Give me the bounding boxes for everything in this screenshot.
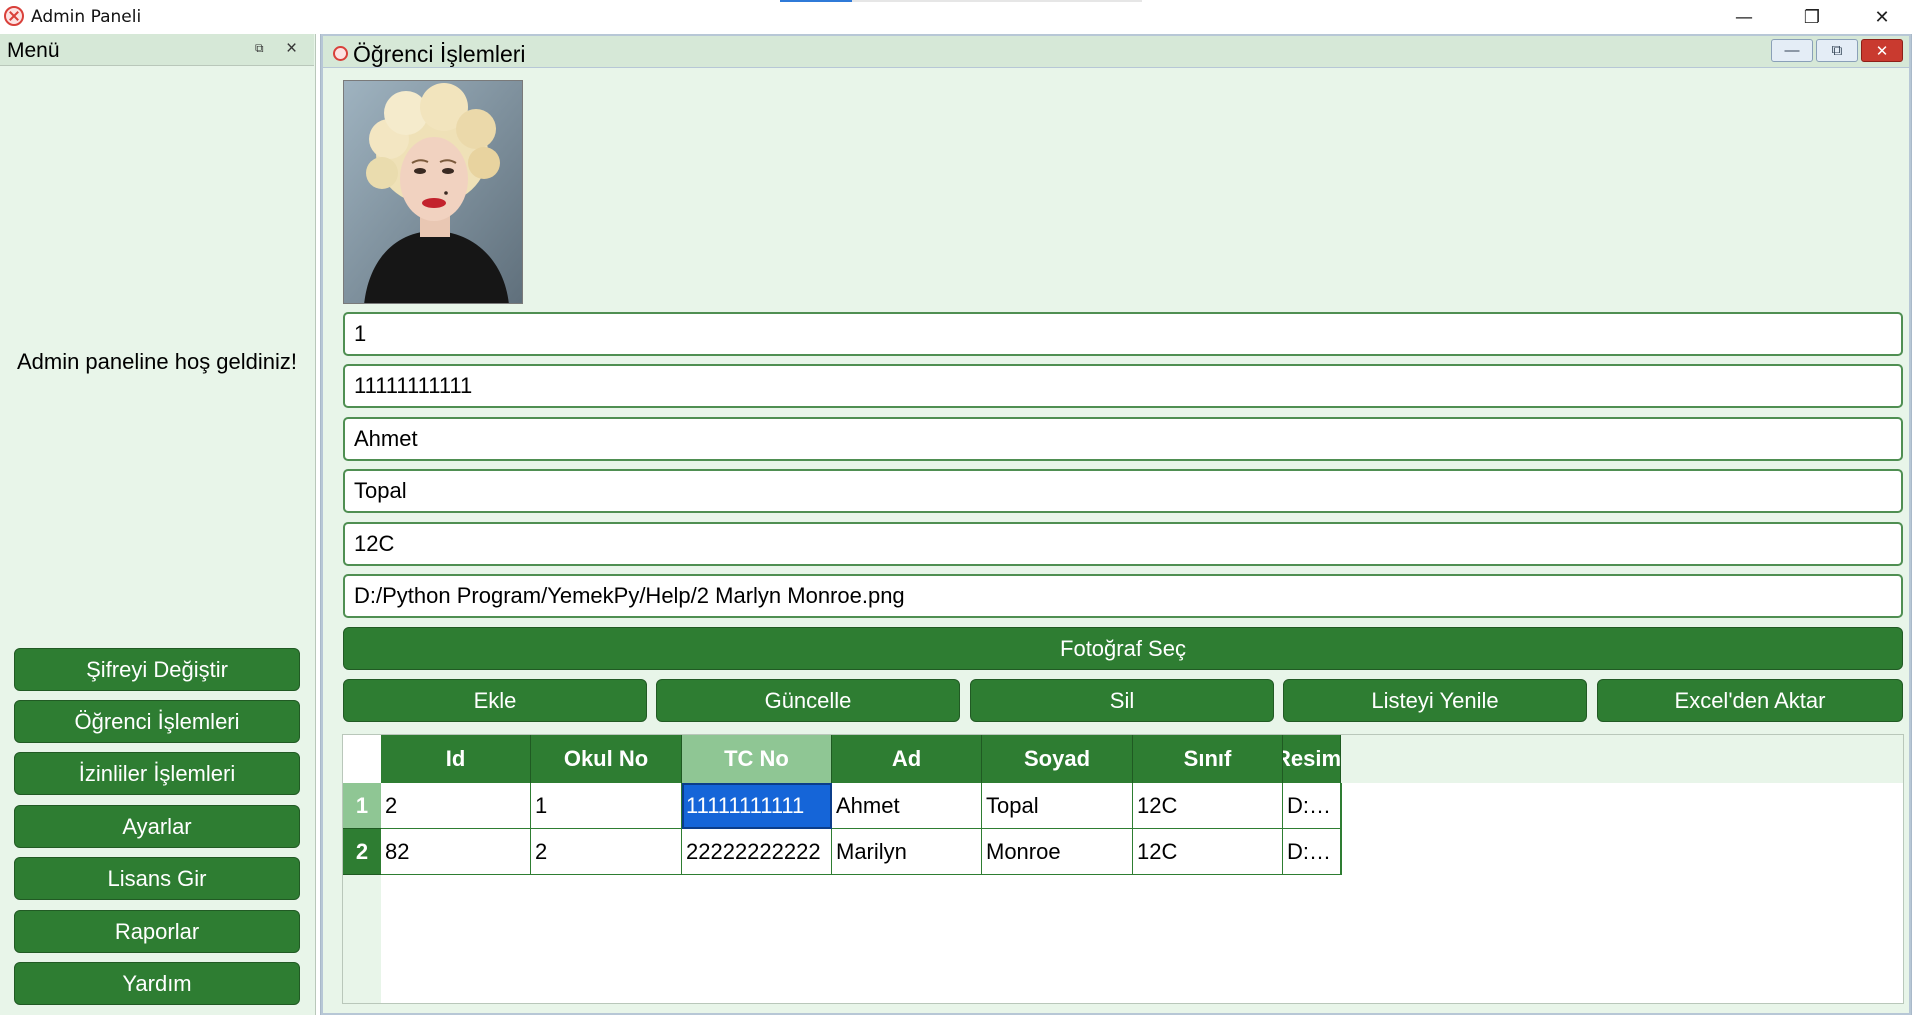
change-password-button[interactable]: Şifreyi Değiştir [14,648,300,691]
maximize-button[interactable]: ❐ [1777,0,1847,34]
table-cell[interactable]: Ahmet [832,783,982,829]
reports-button[interactable]: Raporlar [14,910,300,953]
tc-no-field[interactable]: 11111111111 [343,364,1903,408]
table-cell[interactable]: 12C [1133,829,1283,875]
subwindow-restore-button[interactable]: ⧉ [1816,39,1858,62]
table-cell[interactable]: 82 [381,829,531,875]
table-cell[interactable]: 12C [1133,783,1283,829]
window-title: Admin Paneli [31,7,142,27]
table-cell[interactable]: Topal [982,783,1133,829]
row-header[interactable]: 1 [343,783,381,829]
window-titlebar: Admin Paneli — ❐ ✕ [0,0,1912,34]
photo-path-field[interactable]: D:/Python Program/YemekPy/Help/2 Marlyn … [343,574,1903,618]
students-table[interactable]: Id Okul No TC No Ad Soyad Sınıf Resim 1 … [342,734,1904,1004]
column-header-resim[interactable]: Resim [1283,735,1341,783]
import-excel-button[interactable]: Excel'den Aktar [1597,679,1903,722]
table-corner[interactable] [343,735,381,783]
table-cell[interactable]: 2 [381,783,531,829]
table-cell[interactable]: Monroe [982,829,1133,875]
table-cell[interactable]: D:… [1283,829,1341,875]
table-edge [1340,783,1342,875]
column-header-soyad[interactable]: Soyad [982,735,1133,783]
column-header-ad[interactable]: Ad [832,735,982,783]
table-cell[interactable]: 1 [531,783,682,829]
subwindow-titlebar: Öğrenci İşlemleri — ⧉ ✕ [323,36,1909,68]
license-button[interactable]: Lisans Gir [14,857,300,900]
first-name-field[interactable]: Ahmet [343,417,1903,461]
leave-operations-button[interactable]: İzinliler İşlemleri [14,752,300,795]
subwindow-icon [333,46,348,61]
column-header-tc-no[interactable]: TC No [682,735,832,783]
taskbar-indicator [852,0,1142,2]
dock-float-icon[interactable]: ⧉ [255,42,267,54]
subwindow-close-button[interactable]: ✕ [1861,39,1903,62]
dock-header: Menü ⧉ × [0,34,314,66]
help-button[interactable]: Yardım [14,962,300,1005]
delete-button[interactable]: Sil [970,679,1274,722]
row-header[interactable]: 2 [343,829,381,875]
menu-dock: Menü ⧉ × Admin paneline hoş geldiniz! Şi… [0,34,316,1015]
add-button[interactable]: Ekle [343,679,647,722]
select-photo-button[interactable]: Fotoğraf Seç [343,627,1903,670]
column-header-okul-no[interactable]: Okul No [531,735,682,783]
mdi-area: Öğrenci İşlemleri — ⧉ ✕ 1 11111111111 Ah… [320,34,1912,1015]
table-cell[interactable]: Marilyn [832,829,982,875]
subwindow-minimize-button[interactable]: — [1771,39,1813,62]
student-operations-button[interactable]: Öğrenci İşlemleri [14,700,300,743]
welcome-text: Admin paneline hoş geldiniz! [16,349,298,374]
table-cell-selected[interactable]: 11111111111 [682,783,832,829]
update-button[interactable]: Güncelle [656,679,960,722]
dock-close-icon[interactable]: × [286,38,297,60]
minimize-button[interactable]: — [1709,0,1779,34]
settings-button[interactable]: Ayarlar [14,805,300,848]
id-field[interactable]: 1 [343,312,1903,356]
student-operations-window: Öğrenci İşlemleri — ⧉ ✕ 1 11111111111 Ah… [321,34,1911,1015]
subwindow-title: Öğrenci İşlemleri [353,41,526,67]
table-cell[interactable]: 22222222222 [682,829,832,875]
last-name-field[interactable]: Topal [343,469,1903,513]
student-photo [343,80,523,304]
dock-title: Menü [7,39,60,62]
class-field[interactable]: 12C [343,522,1903,566]
close-button[interactable]: ✕ [1847,0,1912,34]
refresh-list-button[interactable]: Listeyi Yenile [1283,679,1587,722]
app-icon [4,6,24,26]
table-cell[interactable]: 2 [531,829,682,875]
column-header-id[interactable]: Id [381,735,531,783]
table-cell[interactable]: D:… [1283,783,1341,829]
taskbar-active-indicator [780,0,852,2]
portrait-image [344,81,522,303]
column-header-sinif[interactable]: Sınıf [1133,735,1283,783]
